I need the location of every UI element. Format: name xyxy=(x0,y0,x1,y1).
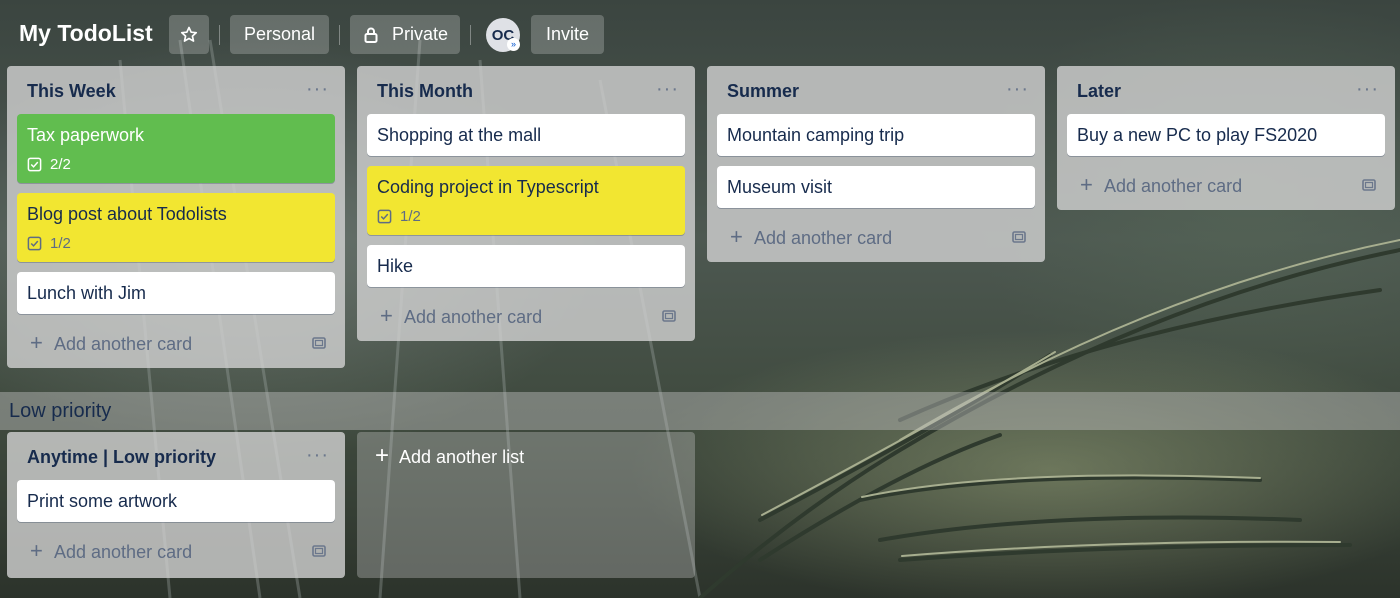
card-shopping[interactable]: Shopping at the mall xyxy=(367,114,685,156)
team-visibility-button[interactable]: Personal xyxy=(230,15,329,54)
card-title: Mountain camping trip xyxy=(727,125,905,145)
header-divider xyxy=(470,25,471,45)
add-card-label: Add another card xyxy=(754,228,893,248)
checklist-count: 1/2 xyxy=(400,208,421,225)
card-mountain-camping[interactable]: Mountain camping trip xyxy=(717,114,1035,156)
star-button[interactable] xyxy=(169,15,209,54)
list-this-week: This Week ··· Tax paperwork 2/2 Blog pos… xyxy=(7,66,345,368)
add-card-button[interactable]: + Add another card xyxy=(17,324,335,368)
list-anytime-low-priority: Anytime | Low priority ··· Print some ar… xyxy=(7,432,345,578)
more-horizontal-icon[interactable]: ··· xyxy=(656,78,679,101)
add-card-button[interactable]: + Add another card xyxy=(1067,166,1385,210)
admin-badge-icon: » xyxy=(507,38,520,51)
card-title: Tax paperwork xyxy=(27,125,145,145)
add-card-label: Add another card xyxy=(1104,176,1243,196)
add-list-button[interactable]: + Add another list xyxy=(357,432,695,578)
card-tax-paperwork[interactable]: Tax paperwork 2/2 xyxy=(17,114,335,183)
card-hike[interactable]: Hike xyxy=(367,245,685,287)
plus-icon: + xyxy=(30,330,43,355)
card-lunch-with-jim[interactable]: Lunch with Jim xyxy=(17,272,335,314)
header-divider xyxy=(219,25,220,45)
card-template-icon[interactable] xyxy=(1011,229,1027,245)
card-coding-project[interactable]: Coding project in Typescript 1/2 xyxy=(367,166,685,235)
list-summer: Summer ··· Mountain camping trip Museum … xyxy=(707,66,1045,262)
card-title: Blog post about Todolists xyxy=(27,204,227,224)
card-template-icon[interactable] xyxy=(661,308,677,324)
card-title: Coding project in Typescript xyxy=(377,177,599,197)
list-title[interactable]: Anytime | Low priority xyxy=(27,447,216,468)
plus-icon: + xyxy=(30,538,43,563)
card-title: Print some artwork xyxy=(27,491,178,511)
lock-icon xyxy=(364,27,378,43)
card-template-icon[interactable] xyxy=(311,335,327,351)
more-horizontal-icon[interactable]: ··· xyxy=(306,78,329,101)
card-title: Hike xyxy=(377,256,414,276)
card-print-artwork[interactable]: Print some artwork xyxy=(17,480,335,522)
section-label[interactable]: Low priority xyxy=(9,400,111,423)
plus-icon: + xyxy=(1080,172,1093,197)
add-card-button[interactable]: + Add another card xyxy=(367,297,685,341)
list-title[interactable]: This Week xyxy=(27,81,116,102)
list-this-month: This Month ··· Shopping at the mall Codi… xyxy=(357,66,695,341)
add-card-button[interactable]: + Add another card xyxy=(17,532,335,576)
header-divider xyxy=(339,25,340,45)
checklist-icon xyxy=(27,236,42,251)
checklist-count: 2/2 xyxy=(50,156,71,173)
checklist-badge: 1/2 xyxy=(377,208,675,225)
list-title[interactable]: This Month xyxy=(377,81,473,102)
card-title: Buy a new PC to play FS2020 xyxy=(1077,125,1318,145)
privacy-button[interactable]: Private xyxy=(350,15,460,54)
add-card-label: Add another card xyxy=(54,334,193,354)
card-buy-new-pc[interactable]: Buy a new PC to play FS2020 xyxy=(1067,114,1385,156)
privacy-label: Private xyxy=(392,24,449,44)
board-header: My TodoList Personal Private OC » Invite xyxy=(0,0,1400,66)
list-later: Later ··· Buy a new PC to play FS2020 + … xyxy=(1057,66,1395,210)
star-icon xyxy=(180,26,198,42)
add-list-label: Add another list xyxy=(399,447,525,467)
more-horizontal-icon[interactable]: ··· xyxy=(306,444,329,467)
checklist-count: 1/2 xyxy=(50,235,71,252)
card-title: Lunch with Jim xyxy=(27,283,147,303)
board-title[interactable]: My TodoList xyxy=(19,20,153,47)
checklist-badge: 2/2 xyxy=(27,156,325,173)
more-horizontal-icon[interactable]: ··· xyxy=(1356,78,1379,101)
card-title: Museum visit xyxy=(727,177,833,197)
add-card-label: Add another card xyxy=(54,542,193,562)
card-blog-post[interactable]: Blog post about Todolists 1/2 xyxy=(17,193,335,262)
card-template-icon[interactable] xyxy=(1361,177,1377,193)
card-title: Shopping at the mall xyxy=(377,125,542,145)
plus-icon: + xyxy=(730,224,743,249)
checklist-badge: 1/2 xyxy=(27,235,325,252)
add-card-button[interactable]: + Add another card xyxy=(717,218,1035,262)
more-horizontal-icon[interactable]: ··· xyxy=(1006,78,1029,101)
checklist-icon xyxy=(377,209,392,224)
card-museum-visit[interactable]: Museum visit xyxy=(717,166,1035,208)
checklist-icon xyxy=(27,157,42,172)
list-title[interactable]: Later xyxy=(1077,81,1121,102)
invite-button[interactable]: Invite xyxy=(531,15,604,54)
plus-icon: + xyxy=(380,303,393,328)
section-header: Low priority xyxy=(0,392,1400,430)
card-template-icon[interactable] xyxy=(311,543,327,559)
list-title[interactable]: Summer xyxy=(727,81,799,102)
add-card-label: Add another card xyxy=(404,307,543,327)
plus-icon: + xyxy=(375,442,390,469)
